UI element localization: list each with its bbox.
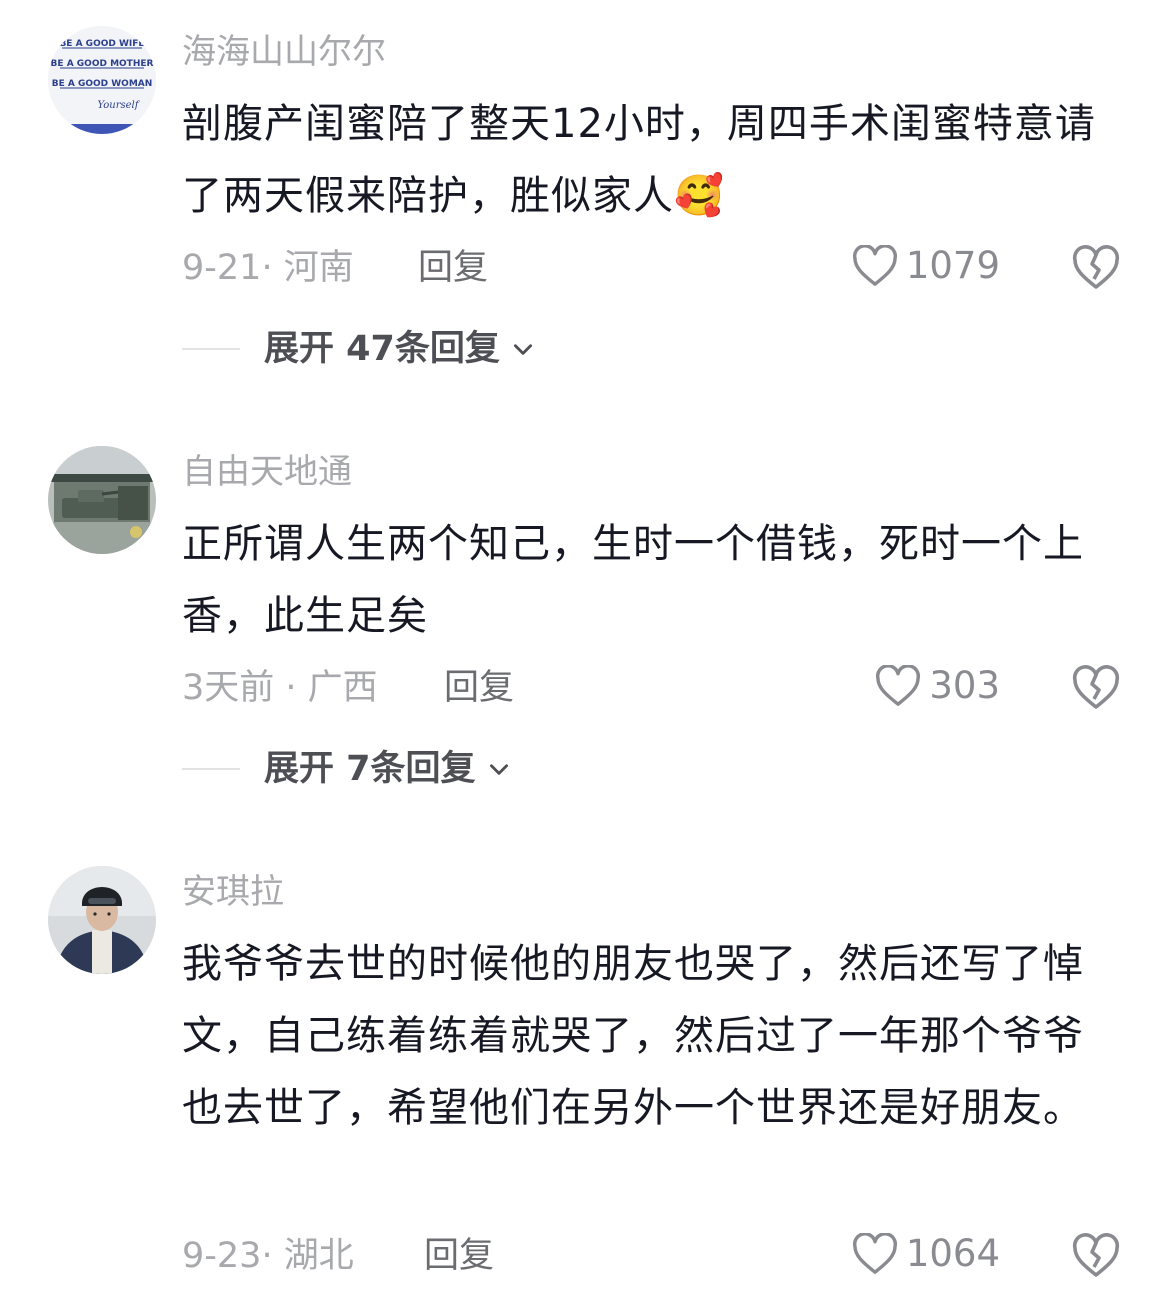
comment-location: 广西 <box>307 668 378 708</box>
avatar[interactable] <box>48 446 156 554</box>
comment-item: 安琪拉 我爷爷去世的时候他的朋友也哭了，然后还写了悼文，自己练着练着就哭了，然后… <box>0 840 1170 1304</box>
reply-button[interactable]: 回复 <box>444 666 514 710</box>
comment-meta: 9-23· 湖北 <box>182 1234 354 1278</box>
like-button[interactable]: 1079 <box>852 244 1000 288</box>
expand-replies-button[interactable]: 展开 7条回复 <box>182 747 512 791</box>
comment-text: 正所谓人生两个知己，生时一个借钱，死时一个上香，此生足矣 <box>182 521 1084 639</box>
like-count: 1064 <box>905 1232 1000 1275</box>
divider-line <box>182 348 240 350</box>
broken-heart-icon[interactable] <box>1072 665 1120 711</box>
heart-icon <box>852 245 897 286</box>
comment-meta: 9-21· 河南 <box>182 246 354 290</box>
divider-line <box>182 768 240 770</box>
reply-button[interactable]: 回复 <box>424 1234 494 1278</box>
chevron-down-icon <box>513 344 532 355</box>
reply-button[interactable]: 回复 <box>418 246 488 290</box>
broken-heart-icon[interactable] <box>1072 245 1120 291</box>
username[interactable]: 自由天地通 <box>182 450 352 494</box>
heart-icon <box>876 665 921 706</box>
comment-text: 剖腹产闺蜜陪了整天12小时，周四手术闺蜜特意请了两天假来陪护，胜似家人🥰 <box>182 101 1096 219</box>
comment-item: 自由天地通 正所谓人生两个知己，生时一个借钱，死时一个上香，此生足矣 3天前 ·… <box>0 420 1170 820</box>
expand-replies-label: 展开 47条回复 <box>264 329 500 369</box>
svg-text:Yourself: Yourself <box>98 100 141 111</box>
comment-location: 湖北 <box>283 1236 354 1276</box>
comment-text: 我爷爷去世的时候他的朋友也哭了，然后还写了悼文，自己练着练着就哭了，然后过了一年… <box>182 941 1084 1131</box>
username[interactable]: 海海山山尔尔 <box>182 30 386 74</box>
like-count: 1079 <box>905 244 1000 287</box>
username[interactable]: 安琪拉 <box>182 870 284 914</box>
meta-separator: · <box>261 1236 284 1276</box>
meta-separator: · <box>261 248 284 288</box>
like-button[interactable]: 303 <box>875 664 1000 708</box>
avatar[interactable] <box>48 866 156 974</box>
comment-meta: 3天前 · 广西 <box>182 666 378 710</box>
chevron-down-icon <box>489 764 508 775</box>
comment-item: BE A GOOD WIFE BE A GOOD MOTHER BE A GOO… <box>0 0 1170 400</box>
comment-date: 3天前 <box>182 668 275 708</box>
avatar-image <box>48 446 156 554</box>
comment-date: 9-21 <box>182 248 262 288</box>
avatar-image: BE A GOOD WIFE BE A GOOD MOTHER BE A GOO… <box>48 26 156 134</box>
like-button[interactable]: 1064 <box>852 1232 1000 1276</box>
broken-heart-icon[interactable] <box>1072 1233 1120 1279</box>
expand-replies-button[interactable]: 展开 47条回复 <box>182 327 536 371</box>
avatar[interactable]: BE A GOOD WIFE BE A GOOD MOTHER BE A GOO… <box>48 26 156 134</box>
heart-icon <box>852 1233 897 1274</box>
meta-separator: · <box>274 668 308 708</box>
comment-date: 9-23 <box>182 1236 262 1276</box>
expand-replies-label: 展开 7条回复 <box>264 749 476 789</box>
comment-location: 河南 <box>283 248 354 288</box>
avatar-image <box>48 866 156 974</box>
like-count: 303 <box>929 664 1000 707</box>
